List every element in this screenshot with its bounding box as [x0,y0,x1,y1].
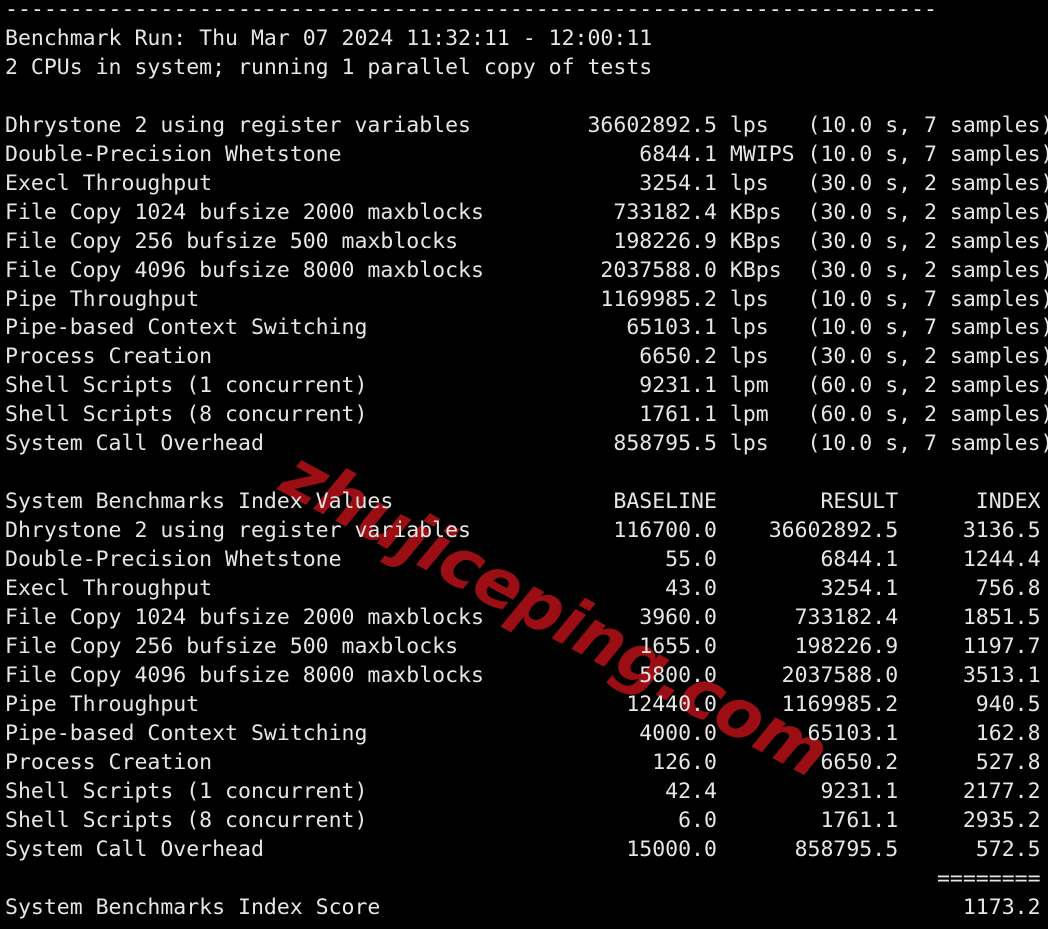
terminal-text-layer: ----------------------------------------… [0,0,1048,929]
terminal-window: zhujiceping.com ------------------------… [0,0,1048,929]
benchmark-console-output: ----------------------------------------… [5,0,1048,920]
